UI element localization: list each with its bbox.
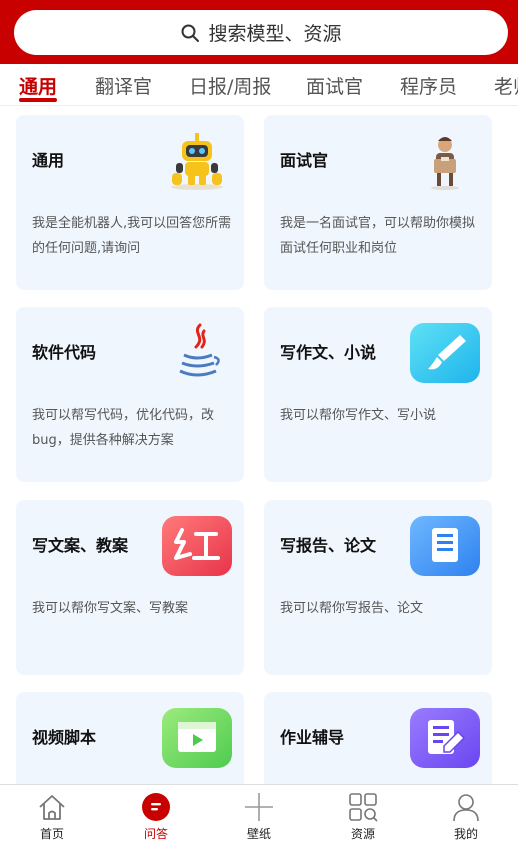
card-title: 面试官 — [280, 151, 329, 170]
video-clapper-icon — [162, 708, 232, 768]
top-bar: 搜索模型、资源 — [0, 0, 518, 64]
home-icon — [39, 795, 65, 820]
card-copywriting[interactable]: 写文案、教案 我可以帮你写文案、写教案 — [16, 500, 244, 675]
nav-profile[interactable]: 我的 — [414, 785, 518, 842]
tab-general[interactable]: 通用 — [19, 72, 57, 99]
tab-programmer[interactable]: 程序员 — [400, 72, 457, 99]
nav-label: 我的 — [453, 827, 478, 841]
category-tabs: 通用 翻译官 日报/周报 面试官 程序员 老师 — [0, 64, 518, 106]
card-description: 我可以帮你写报告、论文 — [280, 601, 424, 616]
card-homework-tutoring[interactable]: 作业辅导 — [264, 692, 492, 784]
card-description: 我可以帮你写作文、写小说 — [280, 408, 437, 423]
tab-translator[interactable]: 翻译官 — [95, 72, 152, 99]
card-description: 我可以帮你写文案、写教案 — [32, 601, 189, 616]
brush-icon — [410, 323, 480, 383]
active-tab-indicator — [19, 98, 57, 102]
nav-resources[interactable]: 资源 — [311, 785, 415, 842]
card-report-paper[interactable]: 写报告、论文 我可以帮你写报告、论文 — [264, 500, 492, 675]
nav-label: 壁纸 — [246, 827, 271, 841]
nav-label: 首页 — [39, 827, 64, 841]
plus-icon — [245, 793, 273, 821]
search-box[interactable]: 搜索模型、资源 — [14, 10, 508, 55]
document-icon — [410, 516, 480, 576]
interviewer-icon — [431, 137, 459, 190]
assistant-card-grid: 通用 我是全能机器人,我可以回答您所需的任何问题,请询问 面试官 我是一名面试官… — [0, 108, 518, 784]
homework-edit-icon — [410, 708, 480, 768]
search-icon — [181, 24, 200, 42]
grid-search-icon — [349, 793, 378, 822]
tab-daily-report[interactable]: 日报/周报 — [189, 72, 271, 99]
card-title: 软件代码 — [32, 343, 97, 362]
card-general[interactable]: 通用 我是全能机器人,我可以回答您所需的任何问题,请询问 — [16, 115, 244, 290]
chat-icon — [142, 793, 170, 821]
card-title: 写作文、小说 — [280, 343, 377, 362]
card-description: 我是全能机器人,我可以回答您所需的任何问题,请询问 — [32, 216, 232, 256]
nav-label: 问答 — [143, 827, 168, 841]
card-description: 我是一名面试官，可以帮助你模拟面试任何职业和岗位 — [280, 216, 476, 256]
user-icon — [453, 794, 479, 822]
nav-home[interactable]: 首页 — [0, 785, 104, 842]
card-video-script[interactable]: 视频脚本 — [16, 692, 244, 784]
card-interviewer[interactable]: 面试官 我是一名面试官，可以帮助你模拟面试任何职业和岗位 — [264, 115, 492, 290]
card-title: 写报告、论文 — [280, 536, 377, 555]
search-placeholder: 搜索模型、资源 — [208, 23, 342, 45]
nav-wallpaper[interactable]: 壁纸 — [207, 785, 311, 842]
tab-teacher[interactable]: 老师 — [494, 72, 518, 99]
red-copy-icon — [162, 516, 232, 576]
nav-qa[interactable]: 问答 — [104, 785, 208, 842]
tab-interviewer[interactable]: 面试官 — [306, 72, 363, 99]
card-title: 作业辅导 — [280, 728, 345, 747]
robot-icon — [171, 133, 223, 190]
java-coffee-icon — [179, 323, 220, 377]
card-essay-novel[interactable]: 写作文、小说 我可以帮你写作文、写小说 — [264, 307, 492, 482]
card-title: 写文案、教案 — [32, 536, 129, 555]
bottom-nav: 首页 问答 壁纸 资源 我的 — [0, 784, 518, 842]
nav-label: 资源 — [350, 827, 375, 841]
card-title: 通用 — [32, 151, 65, 170]
card-title: 视频脚本 — [32, 728, 97, 747]
card-description: 我可以帮写代码，优化代码，改bug，提供各种解决方案 — [32, 408, 215, 448]
card-software-code[interactable]: 软件代码 我可以帮写代码，优化代码，改bug，提供各种解决方案 — [16, 307, 244, 482]
